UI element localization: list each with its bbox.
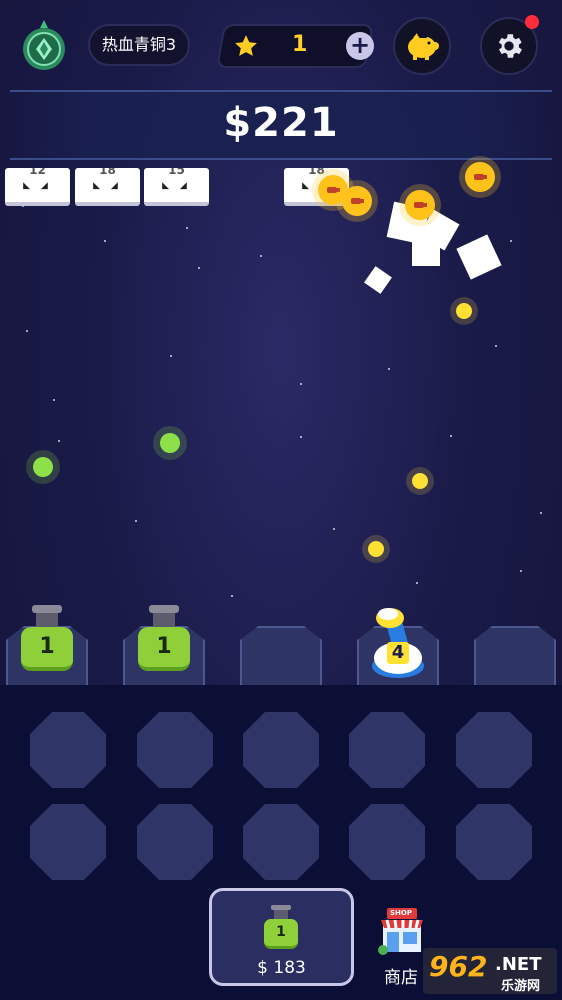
merge-slot[interactable] bbox=[30, 804, 106, 880]
brick-eyes-icon: ◣ ◢ bbox=[162, 181, 191, 191]
cannon[interactable]: 1 bbox=[138, 605, 190, 671]
brick-block: 12 ◣ ◢ bbox=[5, 168, 70, 206]
shop-button[interactable]: SHOP bbox=[377, 906, 427, 956]
watermark-brand: 962 bbox=[429, 950, 488, 983]
coin-icon bbox=[465, 162, 495, 192]
piggy-bank-icon bbox=[408, 33, 439, 60]
merge-slot[interactable] bbox=[349, 804, 425, 880]
brick-eyes-icon: ◣ ◢ bbox=[93, 181, 122, 191]
brick-hp: 18 bbox=[99, 168, 116, 177]
watermark-suffix: .NET bbox=[495, 954, 542, 975]
cannon-barrel-icon bbox=[274, 910, 288, 919]
coin-icon bbox=[342, 186, 372, 216]
brick-block: 15 ◣ ◢ bbox=[144, 168, 209, 206]
ball bbox=[33, 457, 53, 477]
merge-slot[interactable] bbox=[349, 712, 425, 788]
brick-hp: 15 bbox=[168, 168, 185, 177]
merge-slot[interactable] bbox=[456, 804, 532, 880]
merge-slot[interactable] bbox=[137, 712, 213, 788]
cannon-slot[interactable] bbox=[474, 626, 556, 690]
merge-slot[interactable] bbox=[456, 712, 532, 788]
ball bbox=[368, 541, 384, 557]
cannon-barrel-icon bbox=[153, 613, 175, 627]
brick-hp: 18 bbox=[308, 168, 325, 177]
cannon-level: 1 bbox=[21, 627, 73, 671]
site-watermark: 962 .NET 乐游网 bbox=[423, 948, 557, 994]
watermark-sub: 乐游网 bbox=[501, 979, 541, 994]
cannon[interactable]: 1 bbox=[21, 605, 73, 671]
coin-icon bbox=[405, 190, 435, 220]
star-icon bbox=[233, 33, 259, 59]
add-stars-button[interactable]: + bbox=[346, 32, 374, 60]
cannon-level: 1 bbox=[264, 919, 298, 949]
brick-hp: 12 bbox=[29, 168, 46, 177]
buy-price: $ 183 bbox=[257, 958, 306, 978]
money-amount: $221 bbox=[223, 100, 339, 146]
cannon-barrel-icon bbox=[36, 613, 58, 627]
merge-slot[interactable] bbox=[137, 804, 213, 880]
rank-badge-icon[interactable] bbox=[20, 20, 68, 72]
merge-slot[interactable] bbox=[30, 712, 106, 788]
cannon-level: 4 bbox=[391, 642, 405, 663]
ball bbox=[160, 433, 180, 453]
rank-name: 热血青铜3 bbox=[88, 24, 190, 66]
cannon-nozzle-icon bbox=[149, 605, 179, 613]
ball bbox=[456, 303, 472, 319]
stars-count: 1 bbox=[292, 32, 308, 57]
brick-eyes-icon: ◣ ◢ bbox=[23, 181, 52, 191]
cannon-preview: 1 bbox=[264, 905, 298, 949]
cannon-nozzle-icon bbox=[32, 605, 62, 613]
merge-slot[interactable] bbox=[243, 804, 319, 880]
shop-label: 商店 bbox=[384, 968, 418, 988]
merge-slot[interactable] bbox=[243, 712, 319, 788]
brick-block: 18 ◣ ◢ bbox=[75, 168, 140, 206]
cannon-level: 1 bbox=[138, 627, 190, 671]
shop-sign: SHOP bbox=[390, 909, 412, 917]
gear-icon bbox=[498, 34, 522, 58]
ball bbox=[412, 473, 428, 489]
notification-dot bbox=[525, 15, 539, 29]
cannon[interactable]: 4 bbox=[368, 604, 428, 684]
piggy-bank-button[interactable] bbox=[393, 17, 451, 75]
cannon-slot[interactable] bbox=[240, 626, 322, 690]
